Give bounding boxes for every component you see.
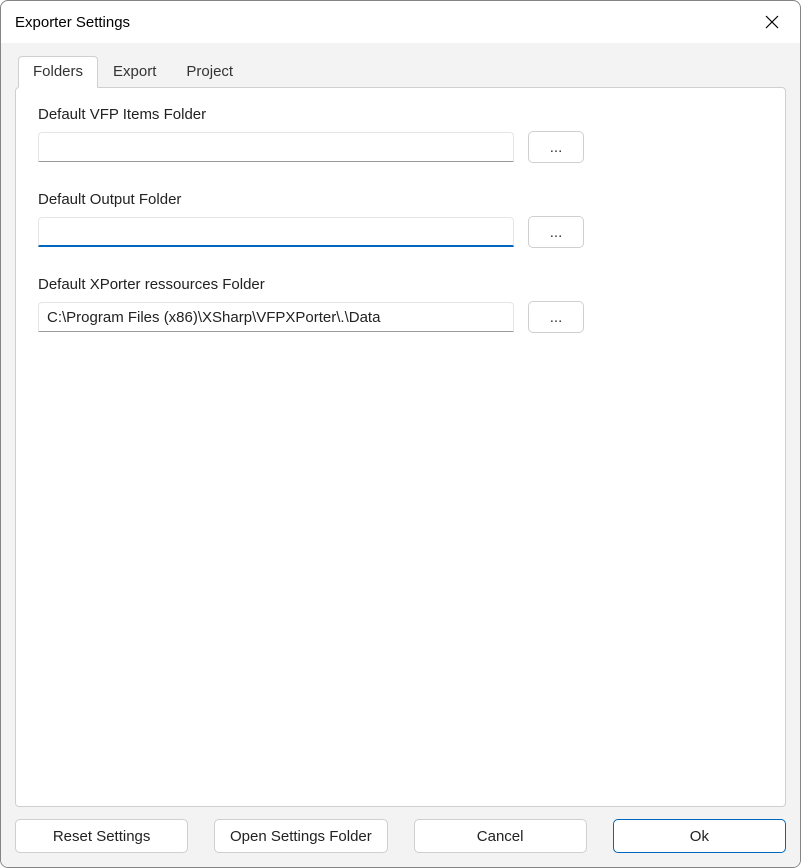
label-resources: Default XPorter ressources Folder [38,276,763,293]
input-vfp-items-folder[interactable] [38,132,514,162]
field-row-vfp-items: ... [38,131,763,163]
field-group-resources: Default XPorter ressources Folder ... [38,276,763,333]
titlebar: Exporter Settings [1,1,800,43]
tab-control: Folders Export Project Default VFP Items… [15,55,786,807]
ok-button[interactable]: Ok [613,819,786,853]
input-resources-folder[interactable] [38,302,514,332]
window-title: Exporter Settings [15,14,130,31]
tab-page-folders: Default VFP Items Folder ... Default Out… [15,87,786,807]
tab-project[interactable]: Project [171,56,248,88]
browse-resources-button[interactable]: ... [528,301,584,333]
open-settings-folder-button[interactable]: Open Settings Folder [214,819,387,853]
field-group-vfp-items: Default VFP Items Folder ... [38,106,763,163]
exporter-settings-window: Exporter Settings Folders Export Project… [0,0,801,868]
field-group-output: Default Output Folder ... [38,191,763,248]
field-row-output: ... [38,216,763,248]
label-vfp-items: Default VFP Items Folder [38,106,763,123]
label-output: Default Output Folder [38,191,763,208]
client-area: Folders Export Project Default VFP Items… [1,43,800,867]
reset-settings-button[interactable]: Reset Settings [15,819,188,853]
tab-export[interactable]: Export [98,56,171,88]
input-output-folder[interactable] [38,217,514,247]
field-row-resources: ... [38,301,763,333]
tab-strip: Folders Export Project [18,55,786,87]
cancel-button[interactable]: Cancel [414,819,587,853]
button-bar: Reset Settings Open Settings Folder Canc… [15,807,786,853]
close-button[interactable] [756,8,788,36]
close-icon [765,15,779,29]
browse-vfp-items-button[interactable]: ... [528,131,584,163]
tab-folders[interactable]: Folders [18,56,98,88]
browse-output-button[interactable]: ... [528,216,584,248]
